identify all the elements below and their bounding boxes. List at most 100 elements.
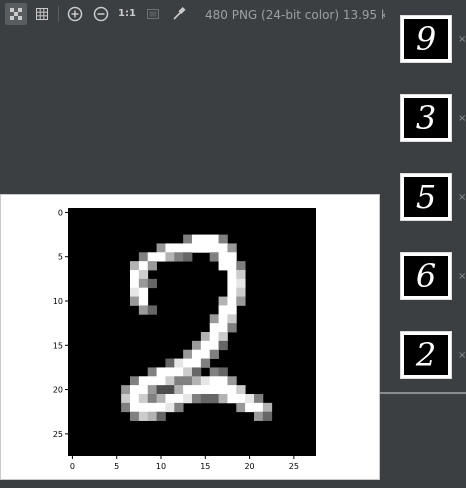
pixel-cell [138,261,149,271]
thumbnail-digit[interactable]: 5 [400,173,452,221]
pixel-cell [227,287,237,297]
pixel-cell [174,367,184,377]
pixel-cell [200,358,211,368]
close-icon[interactable]: × [458,350,466,361]
pixel-cell [183,234,193,244]
pixel-cell [192,349,202,359]
pixel-cell [174,252,184,262]
pixel-cell [262,402,273,413]
pixel-cell [183,385,193,395]
zoom-out-icon [93,6,109,22]
pixel-cell [138,394,149,404]
pixel-cell [147,278,157,289]
pixel-cell [147,402,157,413]
pixel-cell [138,287,149,297]
pixel-cell [245,394,255,404]
pixel-cell [138,296,149,306]
pixel-cell [192,234,202,244]
pixel-cell [218,261,228,271]
pixel-cell [165,358,175,368]
zoom-in-icon [67,6,83,22]
background-button[interactable] [142,3,164,25]
pixel-cell [218,340,228,351]
thumbnail-image: 3 [404,98,448,138]
thumbnail-digit[interactable]: 6 [400,252,452,300]
pixel-cell [138,411,149,421]
editor-toolbar: 1:1 480 PNG (24-bit color) 13.95 kB [0,0,396,30]
fit-to-window-button[interactable] [5,3,27,25]
pixel-cell [138,270,149,280]
pixel-cell [165,376,175,386]
pixel-cell [147,394,157,404]
pixel-cell [130,411,140,421]
pixel-cell [218,323,228,333]
pixel-cell [209,394,219,404]
fit-to-window-icon [10,8,22,20]
thumbnail-image: 2 [404,335,448,375]
pixel-cell [218,367,228,377]
pixel-cell [138,376,149,386]
thumbnail-digit[interactable]: 3 [400,94,452,142]
close-icon[interactable]: × [458,271,466,282]
pixel-cell [192,385,202,395]
pixel-cell [121,394,131,404]
thumbnail-image: 9 [404,19,448,59]
pixel-cell [147,411,157,421]
pixel-cell [130,394,140,404]
pixel-cell [209,323,219,333]
thumbnail-digit[interactable]: 2 [400,331,452,379]
pixel-cell [156,411,166,421]
pixel-cell [183,376,193,386]
pixel-cell [130,385,140,395]
pixel-cell [218,332,228,342]
color-picker-button[interactable] [168,3,190,25]
pixel-cell [236,261,246,271]
pixel-cell [147,376,157,386]
pixel-cell [174,402,184,413]
pixel-cell [209,340,219,351]
pixel-cell [227,314,237,324]
pixel-cell [138,278,149,289]
pixel-cell [209,314,219,324]
pixel-cell [147,305,157,315]
pixel-cell [227,394,237,404]
pixel-cell [121,402,131,413]
pixel-cell [209,376,219,386]
pixel-cell [218,305,228,315]
pixel-cell [183,367,193,377]
pixel-cell [165,243,175,253]
pixel-cell [130,278,140,289]
pixel-cell [227,376,237,386]
pixel-cell [200,332,211,342]
pixel-cell [218,385,228,395]
thumbnail-digit[interactable]: 9 [400,15,452,63]
close-icon[interactable]: × [458,192,466,203]
zoom-out-button[interactable] [90,3,112,25]
actual-size-button[interactable]: 1:1 [116,3,138,25]
pixel-cell [227,385,237,395]
close-icon[interactable]: × [458,34,466,45]
grid-button[interactable] [31,3,53,25]
image-info-text: 480 PNG (24-bit color) 13.95 kB [205,8,397,22]
pixel-cell [138,385,149,395]
pixel-cell [218,394,228,404]
pixel-cell [147,367,157,377]
pixel-cell [165,252,175,262]
thumbnail-image: 6 [404,256,448,296]
pixel-cell [200,234,211,244]
pixel-cell [192,394,202,404]
pixel-cell [192,376,202,386]
pixel-cell [200,349,211,359]
pixel-cell [218,376,228,386]
pixel-cell [138,305,149,315]
pixel-cell [183,252,193,262]
pixel-cell [236,287,246,297]
pixel-cell [174,243,184,253]
zoom-in-button[interactable] [64,3,86,25]
close-icon[interactable]: × [458,113,466,124]
pixel-cell [147,261,157,271]
pixel-cell [156,243,166,253]
pixel-cell [130,402,140,413]
pixel-cell [236,296,246,306]
pixel-cell [209,332,219,342]
